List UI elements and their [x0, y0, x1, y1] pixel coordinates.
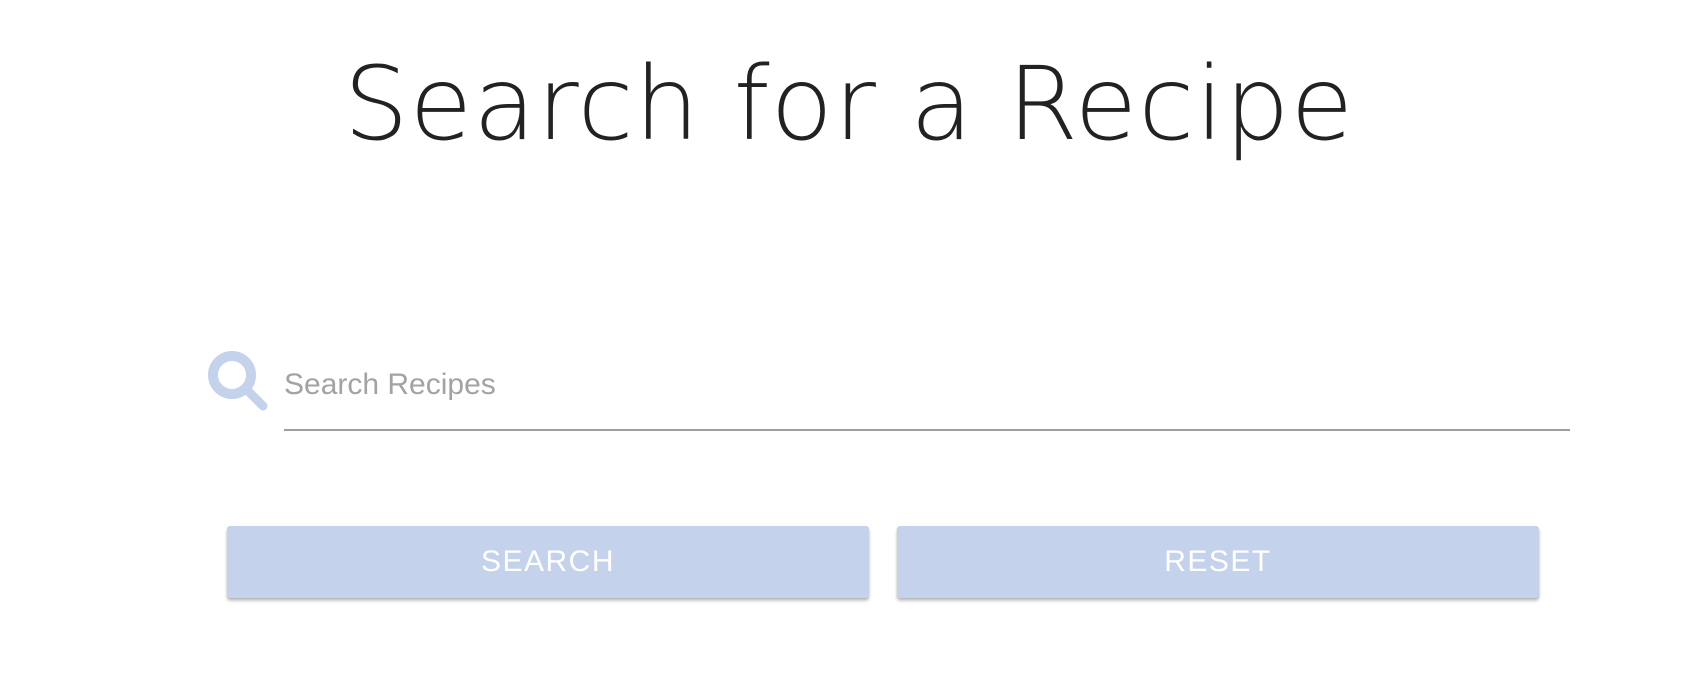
reset-button[interactable]: RESET [897, 526, 1539, 598]
search-input[interactable] [284, 345, 1570, 425]
search-icon [208, 351, 270, 413]
recipe-search-page: Search for a Recipe SEARCH RESET [0, 0, 1698, 680]
search-button[interactable]: SEARCH [227, 526, 869, 598]
search-input-container [284, 345, 1570, 431]
search-bar [208, 345, 1570, 431]
page-title: Search for a Recipe [343, 45, 1355, 164]
